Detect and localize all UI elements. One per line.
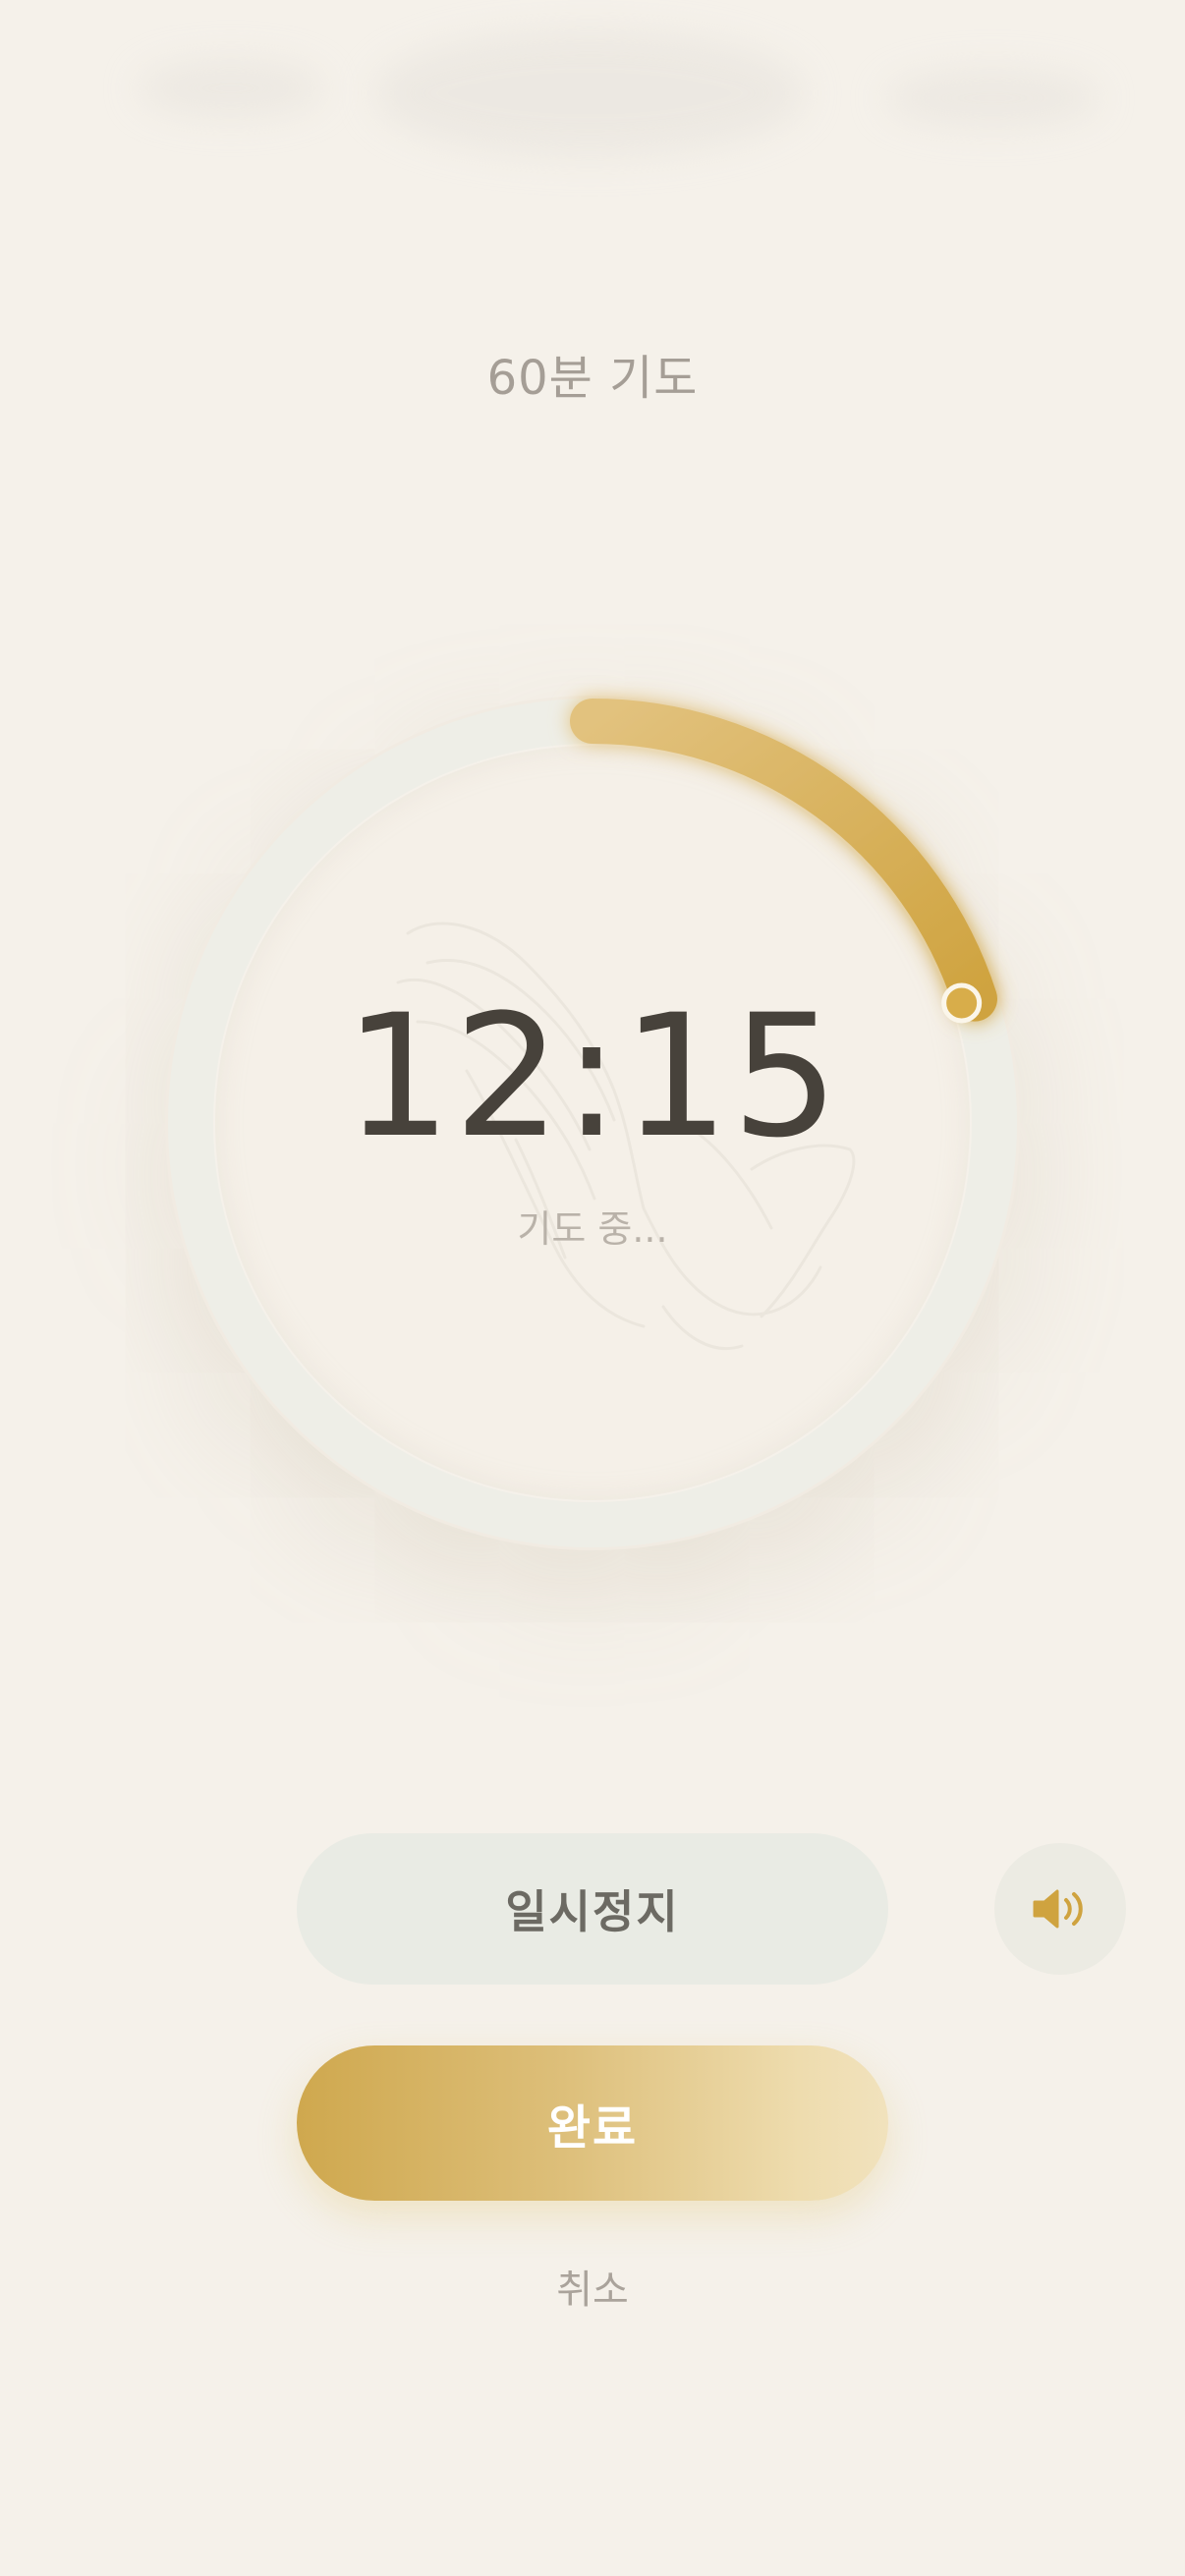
- pause-button[interactable]: 일시정지: [297, 1833, 888, 1985]
- timer-status: 기도 중...: [517, 1207, 668, 1251]
- done-button[interactable]: 완료: [297, 2045, 888, 2201]
- remaining-time: 12:15: [344, 978, 841, 1175]
- status-bar: [0, 0, 1185, 196]
- progress-arc: [570, 699, 997, 1022]
- sound-toggle-button[interactable]: [994, 1843, 1126, 1975]
- cancel-button[interactable]: 취소: [556, 2268, 629, 2313]
- prayer-timer: 12:15 기도 중...: [157, 688, 1028, 1558]
- cancel-link-row: 취소: [0, 2258, 1185, 2315]
- speaker-volume-icon: [1033, 1889, 1083, 1929]
- session-title: 60분 기도: [486, 351, 699, 406]
